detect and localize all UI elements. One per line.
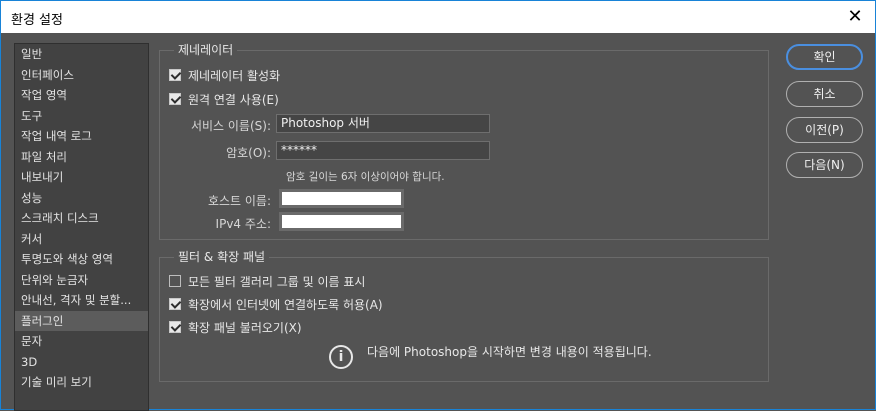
remote-connection-checkbox[interactable] xyxy=(169,93,181,105)
sidebar-item[interactable]: 파일 처리 xyxy=(15,147,148,168)
sidebar-item[interactable]: 성능 xyxy=(15,188,148,209)
sidebar-item[interactable]: 단위와 눈금자 xyxy=(15,270,148,291)
ipv4-label: IPv4 주소: xyxy=(215,217,271,231)
generator-group: 제네레이터 제네레이터 활성화 원격 연결 사용(E) 서비스 이름(S): P… xyxy=(159,43,769,240)
host-name-label: 호스트 이름: xyxy=(207,194,271,208)
password-label: 암호(O): xyxy=(226,146,271,160)
sidebar-item[interactable]: 투명도와 색상 영역 xyxy=(15,249,148,270)
title-bar: 환경 설정 ✕ xyxy=(1,1,875,33)
enable-generator-label: 제네레이터 활성화 xyxy=(188,68,281,83)
ok-button[interactable]: 확인 xyxy=(786,44,863,70)
service-name-input[interactable]: Photoshop 서버 xyxy=(276,114,490,133)
host-name-input[interactable] xyxy=(279,189,404,208)
sidebar-item[interactable]: 내보내기 xyxy=(15,167,148,188)
info-icon: i xyxy=(329,345,353,369)
filters-group-title: 필터 & 확장 패널 xyxy=(174,250,270,264)
allow-internet-checkbox[interactable] xyxy=(169,298,181,310)
sidebar-item[interactable]: 안내선, 격자 및 분할... xyxy=(15,290,148,311)
preferences-dialog: 환경 설정 ✕ 일반 인터페이스 작업 영역 도구 작업 내역 로그 파일 처리 내보내기 성… xyxy=(0,0,876,411)
generator-group-title: 제네레이터 xyxy=(174,43,238,57)
password-hint: 암호 길이는 6자 이상이어야 합니다. xyxy=(286,171,445,183)
window-title: 환경 설정 xyxy=(11,13,63,28)
password-input[interactable]: ****** xyxy=(276,141,490,160)
sidebar-item[interactable]: 플러그인 xyxy=(15,310,148,331)
restart-info-text: 다음에 Photoshop을 시작하면 변경 내용이 적용됩니다. xyxy=(367,345,652,359)
sidebar-item[interactable]: 기술 미리 보기 xyxy=(15,372,148,393)
sidebar-item[interactable]: 문자 xyxy=(15,331,148,352)
remote-connection-label: 원격 연결 사용(E) xyxy=(188,92,279,107)
load-extension-panels-row[interactable]: 확장 패널 불러오기(X) xyxy=(169,319,302,335)
preferences-category-list: 일반 인터페이스 작업 영역 도구 작업 내역 로그 파일 처리 내보내기 성능 스크래치 디스… xyxy=(14,43,149,411)
show-all-filter-gallery-row[interactable]: 모든 필터 갤러리 그룹 및 이름 표시 xyxy=(169,273,365,289)
next-button[interactable]: 다음(N) xyxy=(786,152,863,178)
filters-extensions-group: 필터 & 확장 패널 모든 필터 갤러리 그룹 및 이름 표시 확장에서 인터넷… xyxy=(159,250,769,382)
sidebar-item[interactable]: 스크래치 디스크 xyxy=(15,208,148,229)
sidebar-item[interactable]: 일반 xyxy=(15,44,148,65)
sidebar-item[interactable]: 작업 내역 로그 xyxy=(15,126,148,147)
load-extension-panels-label: 확장 패널 불러오기(X) xyxy=(188,320,302,335)
sidebar-item[interactable]: 3D xyxy=(15,352,148,373)
sidebar-item[interactable]: 인터페이스 xyxy=(15,65,148,86)
cancel-button[interactable]: 취소 xyxy=(786,81,863,107)
previous-button[interactable]: 이전(P) xyxy=(786,117,863,143)
allow-internet-label: 확장에서 인터넷에 연결하도록 허용(A) xyxy=(188,297,383,312)
allow-internet-row[interactable]: 확장에서 인터넷에 연결하도록 허용(A) xyxy=(169,296,383,312)
enable-generator-checkbox-row[interactable]: 제네레이터 활성화 xyxy=(169,67,280,83)
sidebar-item[interactable]: 도구 xyxy=(15,106,148,127)
close-icon[interactable]: ✕ xyxy=(843,5,867,29)
remote-connection-checkbox-row[interactable]: 원격 연결 사용(E) xyxy=(169,91,279,107)
sidebar-item[interactable]: 작업 영역 xyxy=(15,85,148,106)
ipv4-input[interactable] xyxy=(279,212,404,231)
show-all-filter-gallery-label: 모든 필터 갤러리 그룹 및 이름 표시 xyxy=(188,274,366,289)
load-extension-panels-checkbox[interactable] xyxy=(169,321,181,333)
sidebar-item[interactable]: 커서 xyxy=(15,229,148,250)
show-all-filter-gallery-checkbox[interactable] xyxy=(169,275,181,287)
enable-generator-checkbox[interactable] xyxy=(169,69,181,81)
service-name-label: 서비스 이름(S): xyxy=(190,119,271,133)
